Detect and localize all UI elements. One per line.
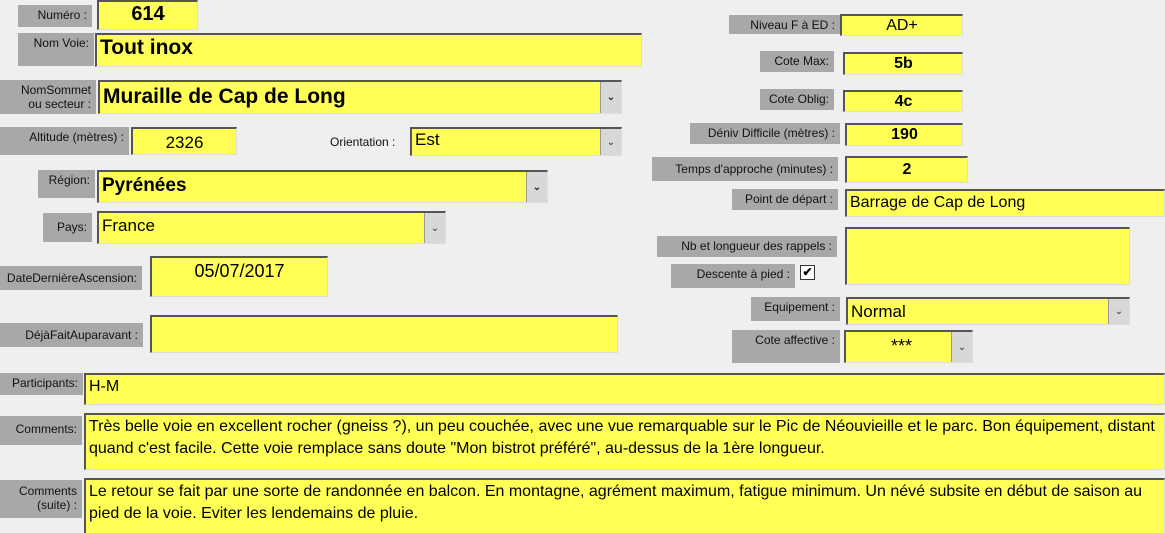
pays-combo[interactable]: France ⌄ xyxy=(97,211,446,244)
niveau-field[interactable]: AD+ xyxy=(840,14,963,36)
niveau-label: Niveau F à ED : xyxy=(729,15,840,34)
nom-sommet-value: Muraille de Cap de Long xyxy=(103,85,346,108)
equipement-value: Normal xyxy=(851,302,906,321)
temps-label: Temps d'approche (minutes) : xyxy=(652,157,838,181)
temps-field[interactable]: 2 xyxy=(845,156,968,183)
chevron-down-icon[interactable]: ⌄ xyxy=(424,213,445,243)
date-label: DateDernièreAscension: xyxy=(0,266,142,290)
point-depart-label: Point de départ : xyxy=(732,189,838,210)
cote-oblig-label: Cote Oblig: xyxy=(760,89,834,110)
cote-max-field[interactable]: 5b xyxy=(843,52,963,75)
descente-label: Descente à pied : xyxy=(671,264,795,288)
date-field[interactable]: 05/07/2017 xyxy=(150,256,328,297)
chevron-down-icon[interactable]: ⌄ xyxy=(600,82,621,113)
participants-label: Participants: xyxy=(0,373,83,395)
nom-sommet-combo[interactable]: Muraille de Cap de Long ⌄ xyxy=(98,80,622,114)
equipement-label: Equipement : xyxy=(751,297,840,321)
chevron-down-icon[interactable]: ⌄ xyxy=(951,332,972,362)
region-value: Pyrénées xyxy=(102,175,187,196)
deniv-field[interactable]: 190 xyxy=(845,123,963,146)
cote-affective-label: Cote affective : xyxy=(732,330,840,363)
comments-label: Comments: xyxy=(0,416,82,445)
altitude-label: Altitude (mètres) : xyxy=(0,127,129,155)
numero-label: Numéro : xyxy=(18,5,92,27)
nom-voie-field[interactable]: Tout inox xyxy=(95,33,642,67)
descente-checkbox[interactable]: ✔ xyxy=(800,265,815,280)
cote-affective-value: *** xyxy=(890,336,912,356)
orientation-combo[interactable]: Est ⌄ xyxy=(410,127,622,156)
chevron-down-icon[interactable]: ⌄ xyxy=(600,129,621,155)
chevron-down-icon[interactable]: ⌄ xyxy=(1108,299,1129,324)
deja-fait-field[interactable] xyxy=(150,315,618,353)
comments-field[interactable]: Très belle voie en excellent rocher (gne… xyxy=(84,413,1165,470)
nom-sommet-label: NomSommet ou secteur : xyxy=(0,80,96,114)
nom-sommet-label-line1: NomSommet xyxy=(20,83,91,97)
altitude-field[interactable]: 2326 xyxy=(131,127,237,155)
rappels-label: Nb et longueur des rappels : xyxy=(657,236,837,257)
comments-suite-label-line2: (suite) : xyxy=(36,498,77,512)
deniv-label: Déniv Difficile (mètres) : xyxy=(690,123,840,144)
climb-route-form: Numéro : 614 Nom Voie: Tout inox NomSomm… xyxy=(0,0,1165,533)
orientation-value: Est xyxy=(415,130,440,149)
comments-suite-label: Comments (suite) : xyxy=(0,480,82,518)
region-combo[interactable]: Pyrénées ⌄ xyxy=(97,170,548,203)
cote-oblig-field[interactable]: 4c xyxy=(843,90,963,112)
cote-affective-combo[interactable]: *** ⌄ xyxy=(844,330,973,363)
rappels-field[interactable] xyxy=(845,227,1130,285)
pays-label: Pays: xyxy=(43,213,92,242)
orientation-label: Orientation : xyxy=(330,135,396,149)
numero-field[interactable]: 614 xyxy=(97,0,198,30)
nom-voie-label: Nom Voie: xyxy=(18,33,94,66)
participants-field[interactable]: H-M xyxy=(84,373,1165,405)
deja-fait-label: DéjàFaitAuparavant : xyxy=(0,323,143,347)
cote-max-label: Cote Max: xyxy=(760,51,834,72)
pays-value: France xyxy=(102,216,155,235)
comments-suite-field[interactable]: Le retour se fait par une sorte de rando… xyxy=(84,478,1165,533)
equipement-combo[interactable]: Normal ⌄ xyxy=(846,297,1130,325)
region-label: Région: xyxy=(38,170,95,198)
comments-suite-label-line1: Comments xyxy=(18,484,77,498)
nom-sommet-label-line2: ou secteur : xyxy=(28,97,91,111)
point-depart-field[interactable]: Barrage de Cap de Long xyxy=(845,189,1165,217)
chevron-down-icon[interactable]: ⌄ xyxy=(526,172,547,202)
